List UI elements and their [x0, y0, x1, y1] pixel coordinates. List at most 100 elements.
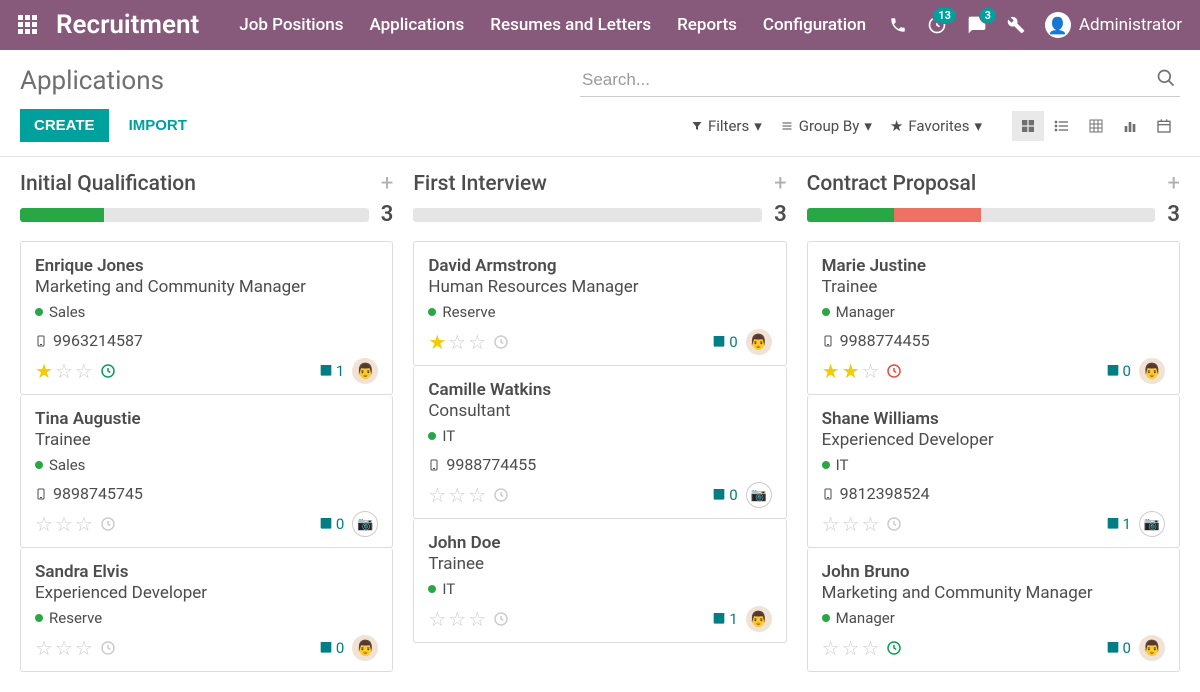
search-icon[interactable]: [1156, 68, 1176, 88]
assignee-avatar[interactable]: 👨: [352, 358, 378, 384]
star-icon[interactable]: ☆: [862, 359, 880, 383]
assignee-avatar-empty[interactable]: 📷: [1139, 511, 1165, 537]
search-input[interactable]: [580, 64, 1180, 96]
attachments-count[interactable]: 1: [711, 610, 737, 628]
assignee-avatar[interactable]: 👨: [746, 329, 772, 355]
add-card-button[interactable]: +: [1168, 171, 1180, 196]
assignee-avatar[interactable]: 👨: [352, 635, 378, 661]
star-icon[interactable]: ☆: [448, 483, 466, 507]
star-icon[interactable]: ☆: [428, 483, 446, 507]
priority-stars: ☆☆☆: [35, 636, 93, 660]
kanban-card[interactable]: David Armstrong Human Resources Manager …: [413, 241, 786, 366]
activity-clock-icon[interactable]: [885, 515, 903, 533]
star-icon[interactable]: ☆: [55, 636, 73, 660]
filters-button[interactable]: Filters ▾: [691, 117, 762, 135]
star-icon[interactable]: ☆: [842, 636, 860, 660]
star-icon[interactable]: ☆: [468, 330, 486, 354]
star-icon[interactable]: ☆: [862, 636, 880, 660]
kanban-card[interactable]: Tina Augustie Trainee Sales 9898745745 ☆…: [20, 395, 393, 548]
activity-clock-icon[interactable]: [885, 362, 903, 380]
graph-view-button[interactable]: [1114, 111, 1146, 141]
calendar-view-button[interactable]: [1148, 111, 1180, 141]
nav-reports[interactable]: Reports: [677, 15, 737, 35]
activity-clock-icon[interactable]: [492, 333, 510, 351]
star-icon[interactable]: ☆: [822, 636, 840, 660]
column-title[interactable]: Contract Proposal: [807, 172, 977, 196]
star-icon[interactable]: ★: [428, 330, 446, 354]
star-icon[interactable]: ☆: [35, 512, 53, 536]
star-icon[interactable]: ☆: [842, 512, 860, 536]
apps-icon[interactable]: [18, 15, 38, 35]
activity-clock-icon[interactable]: [885, 639, 903, 657]
kanban-view-button[interactable]: [1012, 111, 1044, 141]
groupby-button[interactable]: Group By ▾: [780, 117, 872, 135]
star-icon[interactable]: ☆: [468, 607, 486, 631]
activity-clock-icon[interactable]: [492, 486, 510, 504]
star-icon[interactable]: ☆: [448, 330, 466, 354]
create-button[interactable]: CREATE: [20, 109, 109, 142]
star-icon[interactable]: ☆: [55, 512, 73, 536]
favorites-button[interactable]: ★ Favorites ▾: [890, 117, 982, 135]
activity-clock-icon[interactable]: [99, 515, 117, 533]
attachments-count[interactable]: 1: [318, 362, 344, 380]
star-icon[interactable]: ☆: [75, 512, 93, 536]
attachments-count[interactable]: 0: [1105, 639, 1131, 657]
kanban-card[interactable]: Enrique Jones Marketing and Community Ma…: [20, 241, 393, 395]
add-card-button[interactable]: +: [774, 171, 786, 196]
star-icon[interactable]: ☆: [35, 636, 53, 660]
activity-clock-icon[interactable]: [492, 610, 510, 628]
kanban-card[interactable]: Marie Justine Trainee Manager 9988774455…: [807, 241, 1180, 395]
phone-icon[interactable]: [889, 16, 907, 34]
import-button[interactable]: IMPORT: [129, 117, 187, 134]
list-view-button[interactable]: [1046, 111, 1078, 141]
star-icon[interactable]: ★: [822, 359, 840, 383]
star-icon[interactable]: ☆: [75, 636, 93, 660]
attachments-count[interactable]: 0: [711, 486, 737, 504]
column-title[interactable]: Initial Qualification: [20, 172, 196, 196]
star-icon[interactable]: ☆: [448, 607, 466, 631]
nav-applications[interactable]: Applications: [369, 15, 464, 35]
debug-icon[interactable]: [1007, 16, 1025, 34]
kanban-card[interactable]: John Bruno Marketing and Community Manag…: [807, 548, 1180, 672]
progress-bar[interactable]: [20, 208, 369, 222]
column-title[interactable]: First Interview: [413, 172, 546, 196]
nav-configuration[interactable]: Configuration: [763, 15, 866, 35]
attachments-count[interactable]: 0: [318, 515, 344, 533]
chat-icon[interactable]: 3: [967, 15, 987, 35]
star-icon[interactable]: ☆: [862, 512, 880, 536]
attachments-count[interactable]: 1: [1105, 515, 1131, 533]
assignee-avatar-empty[interactable]: 📷: [746, 482, 772, 508]
kanban-card[interactable]: Shane Williams Experienced Developer IT …: [807, 395, 1180, 548]
assignee-avatar[interactable]: 👨: [1139, 358, 1165, 384]
star-icon[interactable]: ★: [35, 359, 53, 383]
activity-clock-icon[interactable]: [99, 362, 117, 380]
star-row: ☆☆☆ 0 📷: [35, 511, 378, 537]
nav-job-positions[interactable]: Job Positions: [239, 15, 343, 35]
kanban-card[interactable]: Camille Watkins Consultant IT 9988774455…: [413, 366, 786, 519]
star-icon[interactable]: ☆: [822, 512, 840, 536]
assignee-avatar[interactable]: 👨: [746, 606, 772, 632]
add-card-button[interactable]: +: [381, 171, 393, 196]
attachments-count[interactable]: 0: [318, 639, 344, 657]
star-icon[interactable]: ☆: [55, 359, 73, 383]
activity-clock-icon[interactable]: [99, 639, 117, 657]
assignee-avatar[interactable]: 👨: [1139, 635, 1165, 661]
star-icon[interactable]: ☆: [468, 483, 486, 507]
activity-icon[interactable]: 13: [927, 15, 947, 35]
attachments-count[interactable]: 0: [1105, 362, 1131, 380]
user-menu[interactable]: 👤 Administrator: [1045, 12, 1182, 38]
attachments-count[interactable]: 0: [711, 333, 737, 351]
star-icon[interactable]: ☆: [75, 359, 93, 383]
nav-resumes[interactable]: Resumes and Letters: [490, 15, 651, 35]
star-row: ★☆☆ 1 👨: [35, 358, 378, 384]
grid-view-button[interactable]: [1080, 111, 1112, 141]
assignee-avatar-empty[interactable]: 📷: [352, 511, 378, 537]
candidate-name: Enrique Jones: [35, 256, 378, 276]
star-icon[interactable]: ☆: [428, 607, 446, 631]
kanban-card[interactable]: Sandra Elvis Experienced Developer Reser…: [20, 548, 393, 672]
progress-bar[interactable]: [807, 208, 1156, 222]
progress-bar[interactable]: [413, 208, 762, 222]
phone-number: 9988774455: [446, 455, 536, 474]
kanban-card[interactable]: John Doe Trainee IT ☆☆☆ 1 👨: [413, 519, 786, 643]
star-icon[interactable]: ★: [842, 359, 860, 383]
